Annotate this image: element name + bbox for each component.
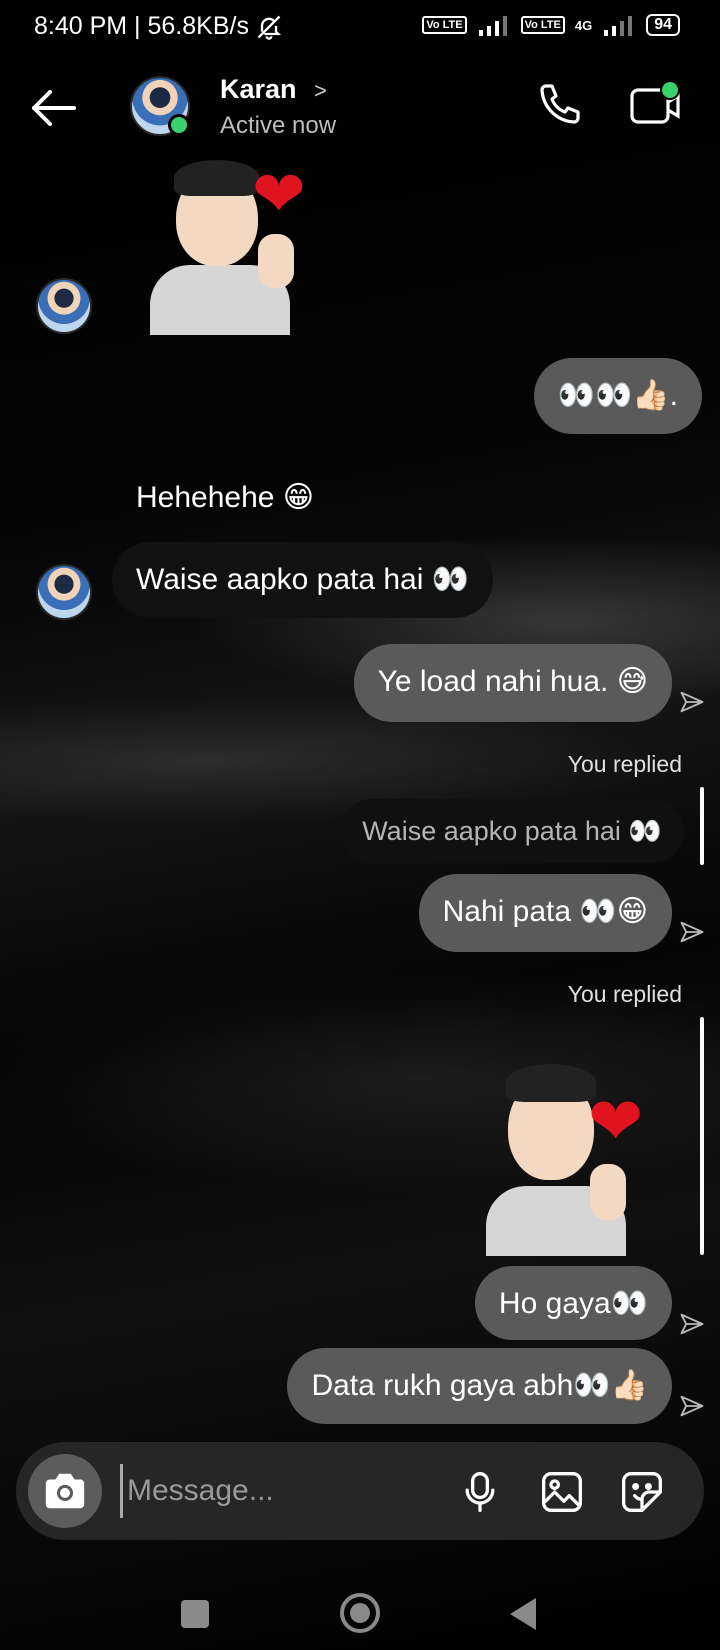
recents-button[interactable] <box>181 1600 209 1628</box>
send-status-icon <box>680 1395 704 1417</box>
sticker-incoming[interactable]: ❤ <box>140 160 330 335</box>
microphone-icon[interactable] <box>462 1470 498 1514</box>
sender-avatar[interactable] <box>36 278 92 334</box>
back-arrow-icon[interactable] <box>30 88 78 128</box>
send-status-icon <box>680 691 704 713</box>
message-input[interactable] <box>120 1464 450 1518</box>
message-outgoing[interactable]: Nahi pata 👀😁 <box>418 874 672 952</box>
status-bar: 8:40 PM | 56.8KB/s Vo LTE Vo LTE 4G 94 <box>0 0 720 56</box>
heart-icon: ❤ <box>252 160 306 230</box>
chat-header: Karan > Active now <box>0 60 720 160</box>
status-right: Vo LTE Vo LTE 4G 94 <box>422 14 680 36</box>
message-outgoing[interactable]: 👀👀👍🏻. <box>533 358 702 434</box>
battery-indicator: 94 <box>646 14 680 36</box>
reply-bar <box>700 1017 704 1255</box>
system-nav-bar <box>0 1565 720 1650</box>
sender-avatar[interactable] <box>36 564 92 620</box>
contact-name-row[interactable]: Karan > <box>220 74 327 105</box>
status-time: 8:40 PM | 56.8KB/s <box>34 12 249 40</box>
replied-label: You replied <box>567 751 682 777</box>
message-outgoing[interactable]: Data rukh gaya abh👀👍🏻 <box>287 1348 672 1424</box>
contact-name: Karan <box>220 74 297 104</box>
message-outgoing[interactable]: Ye load nahi hua. 😅 <box>353 644 672 722</box>
sticker-hand <box>258 234 294 288</box>
volte-badge-1: Vo LTE <box>422 16 467 34</box>
message-outgoing[interactable]: Ho gaya👀 <box>474 1266 672 1340</box>
contact-status: Active now <box>220 112 337 139</box>
message-composer <box>16 1442 704 1540</box>
camera-button[interactable] <box>28 1454 102 1528</box>
back-nav-icon[interactable] <box>508 1596 538 1632</box>
signal-icon-1 <box>478 16 507 36</box>
status-left: 8:40 PM | 56.8KB/s <box>34 12 283 41</box>
bell-muted-icon <box>257 15 282 40</box>
send-status-icon <box>680 921 704 943</box>
online-indicator <box>168 114 190 136</box>
gallery-icon[interactable] <box>540 1470 584 1514</box>
reply-bar <box>700 787 704 865</box>
volte-badge-2: Vo LTE <box>520 16 565 34</box>
chevron-right-icon: > <box>314 78 327 103</box>
signal-icon-2 <box>604 16 633 36</box>
quoted-message[interactable]: Waise aapko pata hai 👀 <box>340 799 684 863</box>
sticker-quoted[interactable]: ❤ <box>478 1058 668 1256</box>
network-type: 4G <box>574 17 593 33</box>
sticker-hand <box>590 1164 626 1220</box>
replied-label: You replied <box>567 981 682 1007</box>
message-incoming[interactable]: Hehehehe 😁 <box>136 480 314 516</box>
home-button[interactable] <box>340 1593 380 1633</box>
send-status-icon <box>680 1313 704 1335</box>
video-active-dot <box>660 80 680 100</box>
sticker-icon[interactable] <box>620 1470 664 1514</box>
phone-call-icon[interactable] <box>536 80 584 128</box>
sticker-hair <box>506 1064 596 1102</box>
camera-icon <box>45 1473 85 1509</box>
home-button-center <box>350 1603 370 1623</box>
message-incoming[interactable]: Waise aapko pata hai 👀 <box>112 542 494 618</box>
heart-icon: ❤ <box>588 1084 644 1158</box>
sticker-hair <box>174 160 260 196</box>
